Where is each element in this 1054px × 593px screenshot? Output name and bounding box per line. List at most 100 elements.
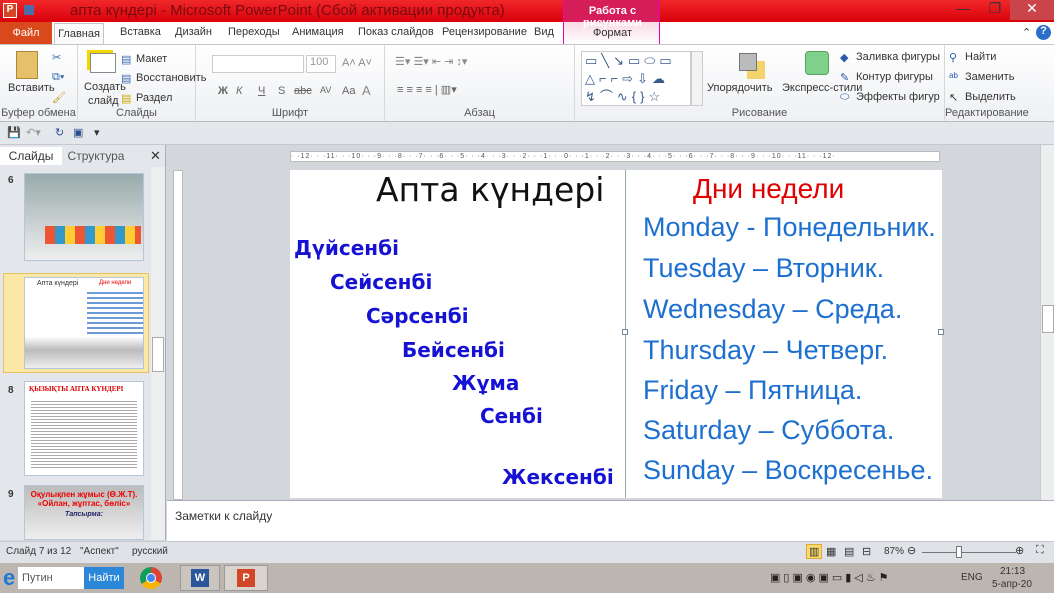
taskbar-search-button[interactable]: Найти xyxy=(84,567,124,589)
tab-slides[interactable]: Слайды xyxy=(0,147,62,165)
tab-review[interactable]: Рецензирование xyxy=(442,26,527,38)
slide-subtitle[interactable]: Дни недели xyxy=(693,173,844,205)
shape-outline-button[interactable]: Контур фигуры xyxy=(856,71,933,83)
zoom-in-button[interactable]: ⊕ xyxy=(1015,544,1024,557)
save-icon[interactable]: 💾 xyxy=(7,126,21,139)
tab-view[interactable]: Вид xyxy=(534,26,554,38)
change-case-button[interactable]: Aa xyxy=(342,85,355,97)
select-button[interactable]: Выделить xyxy=(965,91,1016,103)
tab-file[interactable]: Файл xyxy=(0,22,52,44)
vertical-ruler[interactable] xyxy=(173,170,183,500)
slide-sorter-icon[interactable]: ▦ xyxy=(826,545,836,558)
replace-button[interactable]: Заменить xyxy=(965,71,1014,83)
font-name-select[interactable] xyxy=(212,55,304,73)
shadow-button[interactable]: S xyxy=(278,85,285,97)
slide-thumb-6[interactable] xyxy=(24,173,144,261)
cut-icon[interactable]: ✂ xyxy=(52,51,61,64)
shapes-gallery[interactable]: ▭╲↘▭⬭▭ △⌐⌐⇨⇩☁ ↯⌒∿{}☆ xyxy=(581,51,691,106)
cursor-icon: ↖ xyxy=(949,92,959,104)
selection-handle[interactable] xyxy=(938,329,944,335)
bullets-icon[interactable]: ☰▾ ☰▾ ⇤ ⇥ ↕▾ xyxy=(395,55,467,68)
underline-button[interactable]: Ч xyxy=(258,85,265,97)
clock-time[interactable]: 21:13 xyxy=(1000,566,1025,577)
notes-pane[interactable]: Заметки к слайду xyxy=(167,500,1054,541)
tab-slideshow[interactable]: Показ слайдов xyxy=(358,26,434,38)
char-spacing-button[interactable]: AV xyxy=(320,85,331,95)
arrange-button[interactable]: Упорядочить xyxy=(707,82,772,94)
bold-button[interactable]: Ж xyxy=(218,85,228,97)
tab-animation[interactable]: Анимация xyxy=(292,26,344,38)
close-pane-icon[interactable]: ✕ xyxy=(150,148,161,164)
italic-button[interactable]: К xyxy=(236,85,242,97)
paste-button[interactable]: Вставить xyxy=(8,82,55,94)
layout-button[interactable]: Макет xyxy=(136,53,167,65)
tab-outline[interactable]: Структура xyxy=(64,147,128,165)
powerpoint-icon[interactable]: P xyxy=(3,3,17,18)
align-icons[interactable]: ≡ ≡ ≡ ≡ | ▥▾ xyxy=(397,83,457,96)
editor-scrollbar[interactable] xyxy=(1040,145,1054,500)
section-button[interactable]: Раздел xyxy=(136,92,172,104)
tray-icons[interactable]: ▣▯▣◉▣▭▮◁♨⚑ xyxy=(770,571,891,584)
format-painter-icon[interactable]: 🖌 xyxy=(52,91,66,104)
fit-to-window-icon[interactable]: ⛶ xyxy=(1036,544,1044,557)
horizontal-ruler[interactable]: · ·12· · ·11· · ·10· · ·9· · ·8· · ·7· ·… xyxy=(290,151,940,162)
zoom-slider[interactable] xyxy=(922,552,1016,553)
tab-transitions[interactable]: Переходы xyxy=(228,26,280,38)
language-indicator[interactable]: русский xyxy=(132,546,168,557)
reading-view-icon[interactable]: ▤ xyxy=(844,545,854,558)
save-qat-icon[interactable] xyxy=(24,5,34,15)
slide-thumb-9[interactable]: Оқулықпен жұмыс (Ө.Ж.Т). «Ойлан, жұптас,… xyxy=(24,485,144,540)
new-slide-icon[interactable] xyxy=(90,53,116,73)
layout-icon: ▤ xyxy=(121,54,132,66)
scrollbar-thumb[interactable] xyxy=(152,337,164,372)
start-slideshow-icon[interactable]: ▣ xyxy=(73,126,83,139)
normal-view-icon[interactable]: ▥ xyxy=(806,544,823,559)
new-slide-button-line2[interactable]: слайд xyxy=(88,95,119,107)
help-icon[interactable]: ? xyxy=(1036,25,1051,40)
paste-icon[interactable] xyxy=(16,51,38,79)
zoom-slider-thumb[interactable] xyxy=(956,546,962,558)
maximize-button[interactable]: ❐ xyxy=(980,0,1010,20)
undo-icon[interactable]: ↶▾ xyxy=(26,126,41,139)
minimize-ribbon-icon[interactable]: ⌃ xyxy=(1022,26,1031,39)
theme-name[interactable]: "Аспект" xyxy=(80,546,119,557)
slideshow-view-icon[interactable]: ⊟ xyxy=(862,545,871,558)
selection-handle[interactable] xyxy=(622,329,628,335)
kazakh-day: Дүйсенбі xyxy=(294,236,399,260)
word-icon[interactable]: W xyxy=(180,565,220,591)
find-button[interactable]: Найти xyxy=(965,51,996,63)
font-size-select[interactable]: 100 xyxy=(306,55,336,73)
quick-styles-button[interactable]: Экспресс-стили xyxy=(782,82,862,94)
close-button[interactable]: ✕ xyxy=(1010,0,1054,20)
thumbs-scrollbar[interactable] xyxy=(151,167,165,540)
strikethrough-button[interactable]: abc xyxy=(294,85,312,97)
slide-canvas[interactable]: Апта күндері Дүйсенбі Сейсенбі Сәрсенбі … xyxy=(290,170,944,498)
tab-design[interactable]: Дизайн xyxy=(175,26,212,38)
redo-icon[interactable]: ↻ xyxy=(55,126,64,139)
copy-icon[interactable]: ⧉▾ xyxy=(52,71,64,84)
zoom-level[interactable]: 87% xyxy=(884,546,904,557)
shape-effects-button[interactable]: Эффекты фигур xyxy=(856,91,940,103)
shape-fill-button[interactable]: Заливка фигуры xyxy=(856,51,940,63)
customize-qat-icon[interactable]: ▾ xyxy=(94,126,100,139)
clock-date[interactable]: 5-апр-20 xyxy=(992,579,1032,590)
gallery-scroll[interactable] xyxy=(691,51,703,106)
slide-title[interactable]: Апта күндері xyxy=(376,170,604,209)
input-language[interactable]: ENG xyxy=(961,572,983,583)
powerpoint-taskbar-icon[interactable]: P xyxy=(224,565,268,591)
edge-icon[interactable]: e xyxy=(3,565,15,591)
chrome-icon[interactable] xyxy=(140,567,162,589)
tab-home[interactable]: Главная xyxy=(54,23,104,44)
taskbar-search-input[interactable]: Путин xyxy=(18,567,84,589)
grow-font-icon[interactable]: A˄ A˅ xyxy=(342,57,372,69)
zoom-out-button[interactable]: ⊖ xyxy=(907,544,916,557)
notes-placeholder[interactable]: Заметки к слайду xyxy=(175,509,272,523)
scrollbar-thumb[interactable] xyxy=(1042,305,1054,333)
new-slide-button[interactable]: Создать xyxy=(84,81,126,93)
slide-thumb-7[interactable]: Апта күндері Дни недели xyxy=(24,277,144,369)
tab-insert[interactable]: Вставка xyxy=(120,26,161,38)
slide-thumb-8[interactable]: ҚЫЗЫҚТЫ АПТА КҮНДЕРІ xyxy=(24,381,144,476)
minimize-button[interactable]: — xyxy=(948,0,978,20)
font-color-button[interactable]: A xyxy=(362,83,371,98)
tab-format[interactable]: Формат xyxy=(564,27,661,39)
